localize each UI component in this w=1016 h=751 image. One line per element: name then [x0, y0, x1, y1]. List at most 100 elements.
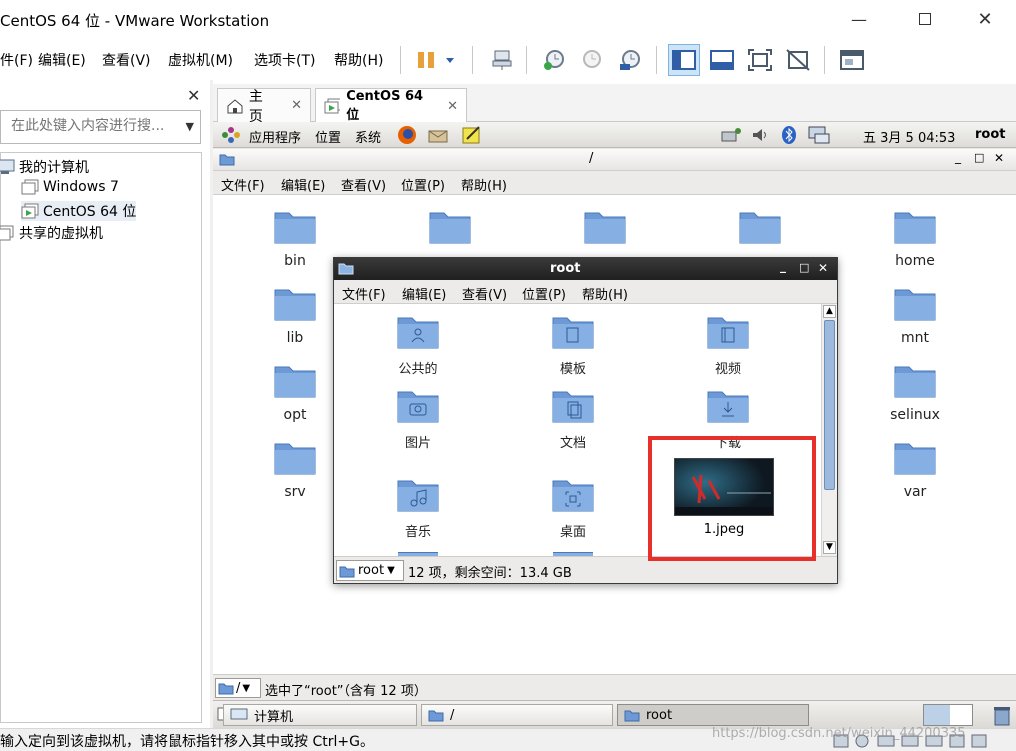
- folder-label: opt: [283, 407, 307, 423]
- menu-help[interactable]: 帮助(H): [334, 50, 383, 70]
- folder-label: mnt: [901, 330, 929, 346]
- pause-button[interactable]: [412, 44, 460, 76]
- folder-hidden[interactable]: [720, 209, 800, 249]
- close-tab-icon[interactable]: ✕: [291, 98, 302, 113]
- fm-menu-file[interactable]: 文件(F): [221, 175, 265, 194]
- maximize-icon[interactable]: □: [799, 261, 809, 274]
- taskbar-item-computer[interactable]: 计算机: [223, 704, 417, 726]
- thumbnail-bar-button[interactable]: [706, 44, 738, 76]
- folder-bin[interactable]: bin: [255, 209, 335, 269]
- chevron-down-icon[interactable]: ▼: [186, 120, 194, 133]
- taskbar-item-root[interactable]: root: [617, 704, 809, 726]
- folder-documents[interactable]: 文档: [533, 388, 613, 451]
- library-close-icon[interactable]: ✕: [187, 86, 200, 105]
- menu-file[interactable]: 件(F): [0, 50, 33, 70]
- folder-lib[interactable]: lib: [255, 286, 335, 346]
- taskbar-item-root-fs[interactable]: /: [421, 704, 613, 726]
- minimize-button[interactable]: —: [836, 0, 882, 38]
- note-edit-icon[interactable]: [461, 125, 483, 145]
- folder-mnt[interactable]: mnt: [875, 286, 955, 346]
- root-window-scrollbar[interactable]: ▲ ▼: [821, 304, 837, 556]
- menu-tabs[interactable]: 选项卡(T): [254, 50, 315, 70]
- firefox-icon[interactable]: [397, 125, 417, 145]
- rw-menu-file[interactable]: 文件(F): [342, 284, 386, 303]
- tree-node-shared-vms[interactable]: 共享的虚拟机: [0, 223, 103, 243]
- minimize-icon[interactable]: _: [955, 150, 961, 164]
- volume-icon[interactable]: [751, 126, 769, 144]
- shared-vm-icon: [0, 225, 14, 241]
- library-search-input[interactable]: [11, 111, 181, 141]
- folder-desktop[interactable]: 桌面: [533, 477, 613, 540]
- menu-vm[interactable]: 虚拟机(M): [168, 50, 233, 70]
- minimize-icon[interactable]: _: [780, 259, 786, 273]
- tab-home[interactable]: 主页 ✕: [217, 88, 311, 125]
- location-dropdown[interactable]: root ▼: [336, 560, 404, 581]
- maximize-button[interactable]: [902, 0, 948, 38]
- maximize-icon[interactable]: □: [974, 151, 984, 164]
- folder-templates[interactable]: 模板: [533, 314, 613, 377]
- menu-system[interactable]: 系统: [355, 127, 381, 146]
- fm-menu-edit[interactable]: 编辑(E): [281, 175, 325, 194]
- tab-centos[interactable]: CentOS 64 位 ✕: [315, 88, 467, 123]
- close-button[interactable]: ✕: [962, 0, 1008, 38]
- folder-srv[interactable]: srv: [255, 440, 335, 500]
- close-icon[interactable]: ✕: [994, 151, 1004, 165]
- location-label: /: [236, 680, 241, 696]
- vm-running-icon: [21, 203, 39, 219]
- tree-node-windows7[interactable]: Windows 7: [21, 179, 119, 195]
- mail-icon[interactable]: [427, 125, 449, 145]
- take-snapshot-button[interactable]: [538, 44, 570, 76]
- close-tab-icon[interactable]: ✕: [447, 99, 458, 114]
- rw-menu-view[interactable]: 查看(V): [462, 284, 507, 303]
- folder-videos[interactable]: 视频: [688, 314, 768, 377]
- fm-menu-go[interactable]: 位置(P): [401, 175, 445, 194]
- tab-label: CentOS 64 位: [346, 89, 424, 123]
- trash-icon[interactable]: [991, 704, 1013, 726]
- full-screen-button[interactable]: [744, 44, 776, 76]
- fm-menu-help[interactable]: 帮助(H): [461, 175, 507, 194]
- guest-screen[interactable]: 应用程序 位置 系统 五 3月 5 04:53 root / _ □ ✕ 文件(…: [213, 122, 1016, 728]
- folder-public[interactable]: 公共的: [378, 314, 458, 377]
- folder-music[interactable]: 音乐: [378, 477, 458, 540]
- revert-snapshot-button[interactable]: [576, 44, 608, 76]
- fm-menu-view[interactable]: 查看(V): [341, 175, 386, 194]
- location-dropdown[interactable]: / ▼: [215, 678, 261, 698]
- tree-node-centos[interactable]: CentOS 64 位: [21, 201, 137, 221]
- snapshot-manager-button[interactable]: [614, 44, 646, 76]
- workspace-1[interactable]: [924, 705, 950, 725]
- send-ctrl-alt-del-button[interactable]: [486, 44, 518, 76]
- menu-places[interactable]: 位置: [315, 127, 341, 146]
- bluetooth-icon[interactable]: [781, 125, 797, 145]
- network-icon[interactable]: [721, 126, 743, 144]
- scroll-up-icon[interactable]: ▲: [823, 305, 836, 318]
- panel-user[interactable]: root: [975, 127, 1006, 142]
- show-library-button[interactable]: [668, 44, 700, 76]
- folder-opt[interactable]: opt: [255, 363, 335, 423]
- display-icon[interactable]: [807, 125, 831, 145]
- panel-clock[interactable]: 五 3月 5 04:53: [863, 127, 955, 146]
- folder-hidden[interactable]: [410, 209, 490, 249]
- root-folder-window: root _ □ ✕ 文件(F) 编辑(E) 查看(V) 位置(P) 帮助(H)…: [333, 257, 838, 584]
- menu-view[interactable]: 查看(V): [102, 50, 151, 70]
- folder-home[interactable]: home: [875, 209, 955, 269]
- annotation-highlight-box: [648, 436, 816, 561]
- folder-hidden[interactable]: [565, 209, 645, 249]
- rw-menu-go[interactable]: 位置(P): [522, 284, 566, 303]
- library-search-box[interactable]: ▼: [0, 110, 201, 144]
- menu-applications[interactable]: 应用程序: [249, 127, 301, 146]
- folder-label: 音乐: [404, 525, 431, 540]
- folder-selinux[interactable]: selinux: [875, 363, 955, 423]
- unity-button[interactable]: [782, 44, 814, 76]
- scroll-down-icon[interactable]: ▼: [823, 541, 836, 554]
- computer-icon: [0, 159, 15, 174]
- tree-node-my-computer[interactable]: 我的计算机: [0, 157, 89, 177]
- workspace-switcher[interactable]: [923, 704, 973, 726]
- console-view-button[interactable]: [836, 44, 868, 76]
- folder-pictures[interactable]: 图片: [378, 388, 458, 451]
- rw-menu-edit[interactable]: 编辑(E): [402, 284, 446, 303]
- rw-menu-help[interactable]: 帮助(H): [582, 284, 628, 303]
- folder-var[interactable]: var: [875, 440, 955, 500]
- menu-edit[interactable]: 编辑(E): [38, 50, 86, 70]
- scrollbar-thumb[interactable]: [824, 320, 835, 490]
- close-icon[interactable]: ✕: [818, 261, 828, 275]
